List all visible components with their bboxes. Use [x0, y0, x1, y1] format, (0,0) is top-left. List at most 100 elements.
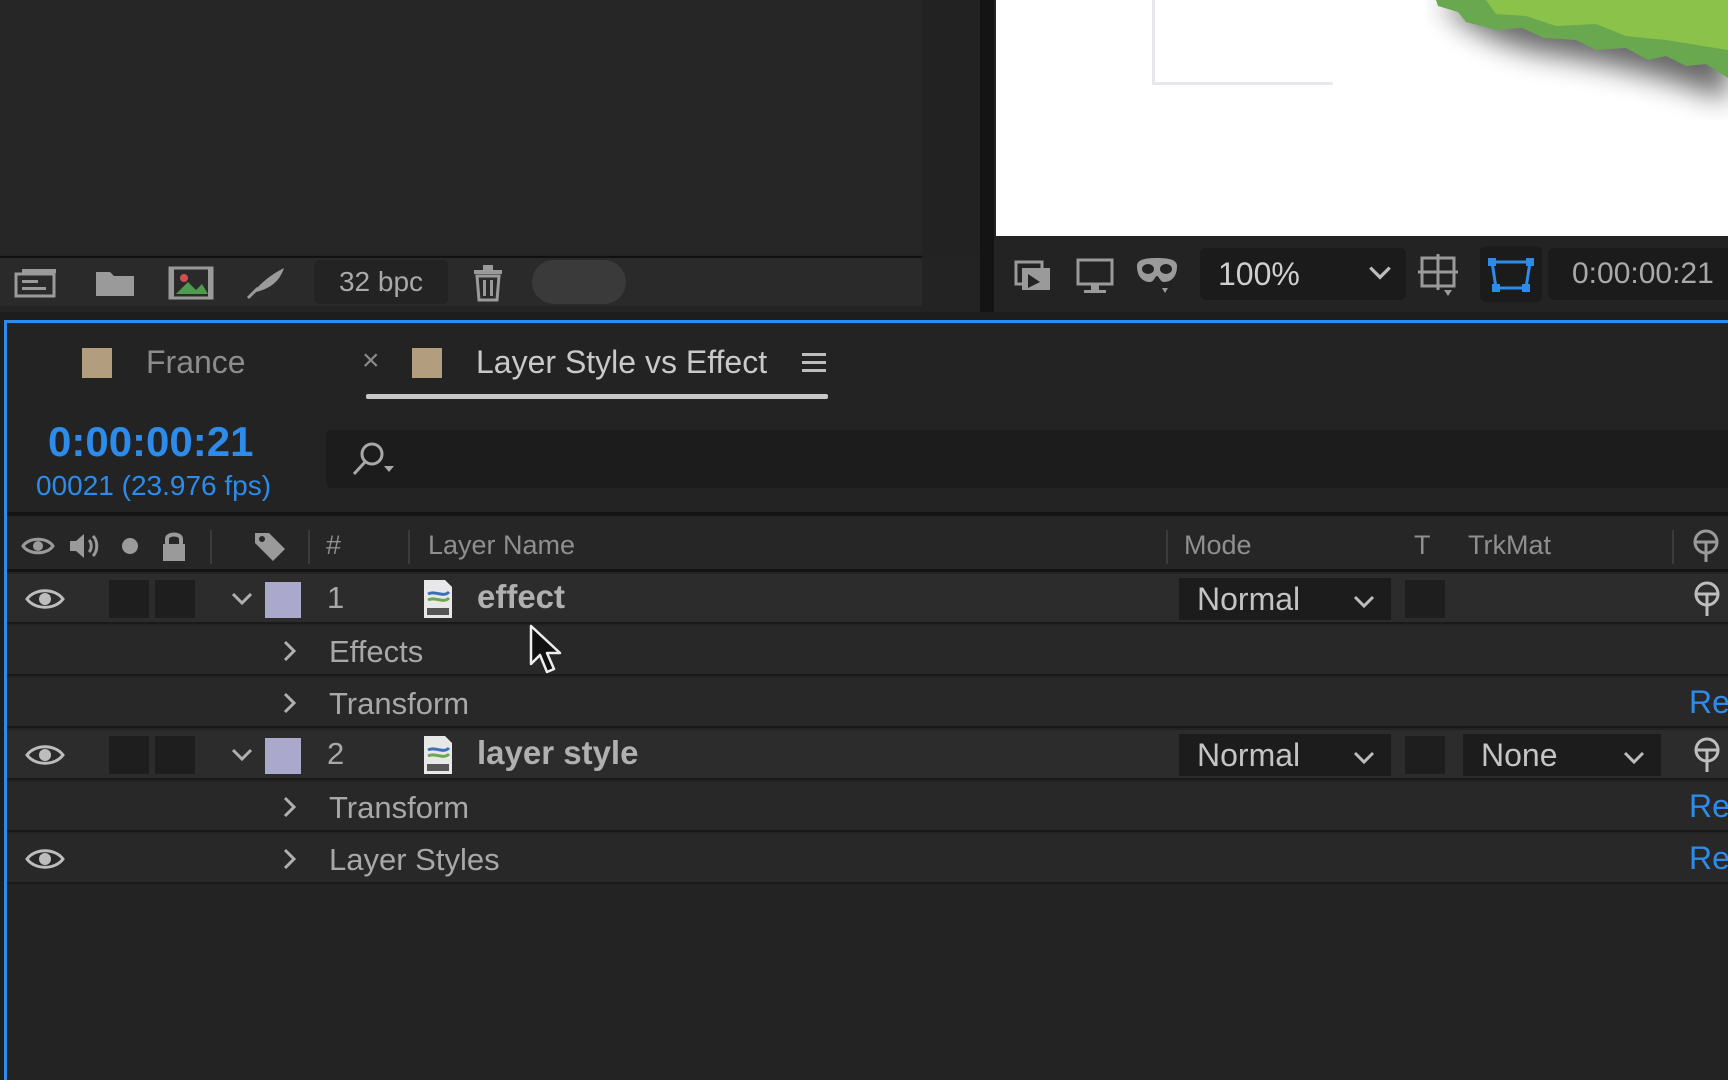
column-separator[interactable] [408, 530, 410, 564]
tab-france[interactable]: France [146, 344, 246, 381]
mouse-cursor-icon [528, 624, 566, 680]
eye-icon[interactable] [21, 584, 69, 614]
chevron-right-icon[interactable] [277, 794, 303, 820]
tab-france-color-swatch [82, 348, 112, 378]
mask-visibility-button[interactable] [1480, 246, 1542, 302]
blend-mode-value: Normal [1197, 736, 1301, 773]
eye-icon[interactable] [21, 740, 69, 770]
timeline-tab-bar [7, 323, 1728, 403]
close-icon[interactable]: × [362, 346, 386, 376]
chevron-down-icon [1351, 742, 1377, 768]
property-group-name[interactable]: Layer Styles [329, 842, 500, 878]
column-layer-name[interactable]: Layer Name [428, 530, 575, 561]
parent-pickwhip-icon[interactable] [1688, 528, 1724, 564]
blend-mode-dropdown[interactable]: Normal [1179, 578, 1391, 620]
chevron-down-icon[interactable] [229, 742, 255, 768]
composition-canvas[interactable] [996, 0, 1728, 236]
layer-number: 2 [327, 736, 345, 771]
viewer-current-time[interactable]: 0:00:00:21 [1548, 248, 1728, 300]
property-group-row[interactable]: Layer Styles Re [7, 834, 1728, 884]
eye-icon[interactable] [21, 844, 69, 874]
lock-switch[interactable] [155, 736, 195, 774]
preserve-transparency-switch[interactable] [1405, 580, 1445, 618]
column-trkmat[interactable]: TrkMat [1468, 530, 1551, 561]
magnification-value: 100% [1218, 255, 1300, 292]
column-separator[interactable] [210, 530, 212, 564]
lock-switch[interactable] [155, 580, 195, 618]
new-composition-icon[interactable] [168, 266, 214, 300]
solo-switch[interactable] [109, 736, 149, 774]
bit-depth-label: 32 bpc [338, 266, 424, 297]
track-matte-value: None [1481, 736, 1558, 773]
column-separator[interactable] [1672, 530, 1674, 564]
property-group-row[interactable]: Effects [7, 626, 1728, 676]
column-separator[interactable] [1166, 530, 1168, 564]
search-icon[interactable] [346, 438, 402, 482]
property-group-row[interactable]: Transform Re [7, 782, 1728, 832]
magnification-dropdown[interactable]: 100% [1200, 248, 1406, 300]
reset-link[interactable]: Re [1689, 684, 1728, 721]
parent-pickwhip-icon[interactable] [1687, 736, 1727, 774]
column-t[interactable]: T [1414, 530, 1431, 561]
property-group-name[interactable]: Effects [329, 634, 423, 670]
property-group-name[interactable]: Transform [329, 790, 469, 826]
canvas-frame-outline [1152, 0, 1333, 85]
layer-row[interactable]: 2 layer style Normal None [7, 730, 1728, 780]
display-icon[interactable] [1072, 252, 1118, 298]
frame-rate-info: 00021 (23.976 fps) [36, 470, 272, 501]
region-of-interest-icon[interactable] [1416, 252, 1462, 298]
preserve-transparency-switch[interactable] [1405, 736, 1445, 774]
layer-label-color[interactable] [265, 738, 301, 774]
reset-link[interactable]: Re [1689, 788, 1728, 825]
layer-label-color[interactable] [265, 582, 301, 618]
column-mode[interactable]: Mode [1184, 530, 1252, 561]
column-separator[interactable] [308, 530, 310, 564]
render-queue-icon[interactable] [244, 266, 290, 300]
project-bit-depth-button[interactable]: 32 bpc [314, 260, 448, 304]
snapshot-icon[interactable] [1010, 252, 1056, 298]
eps-file-icon [421, 734, 455, 776]
column-number[interactable]: # [326, 530, 341, 561]
project-footer-slider[interactable] [532, 260, 626, 304]
project-scrollbar[interactable] [922, 0, 978, 254]
chevron-down-icon [1621, 742, 1647, 768]
layer-search-input[interactable] [326, 430, 1728, 488]
audio-icon[interactable] [66, 528, 102, 564]
reset-link[interactable]: Re [1689, 840, 1728, 877]
panel-divider[interactable] [980, 0, 994, 312]
eps-file-icon [421, 578, 455, 620]
layer-name[interactable]: effect [477, 578, 565, 616]
3d-glasses-icon[interactable] [1134, 252, 1180, 298]
parent-pickwhip-icon[interactable] [1687, 580, 1727, 618]
delete-icon[interactable] [466, 262, 510, 302]
property-group-row[interactable]: Transform Re [7, 678, 1728, 728]
viewer-timecode: 0:00:00:21 [1572, 257, 1714, 290]
canvas-artwork [1436, 0, 1728, 100]
blend-mode-dropdown[interactable]: Normal [1179, 734, 1391, 776]
tab-active-color-swatch [412, 348, 442, 378]
active-tab-indicator [366, 394, 828, 399]
layer-number: 1 [327, 580, 345, 615]
solo-icon[interactable] [112, 528, 148, 564]
layer-row[interactable]: 1 effect Normal [7, 574, 1728, 624]
tab-layer-style-vs-effect[interactable]: Layer Style vs Effect [476, 344, 767, 381]
layer-name[interactable]: layer style [477, 734, 638, 772]
chevron-right-icon[interactable] [277, 638, 303, 664]
project-item-list[interactable] [0, 0, 922, 254]
panel-menu-icon[interactable] [800, 350, 828, 376]
project-footer-toolbar [0, 256, 922, 306]
current-time-display[interactable]: 0:00:00:21 [48, 418, 253, 466]
track-matte-dropdown[interactable]: None [1463, 734, 1661, 776]
chevron-down-icon[interactable] [229, 586, 255, 612]
chevron-right-icon[interactable] [277, 690, 303, 716]
chevron-right-icon[interactable] [277, 846, 303, 872]
property-group-name[interactable]: Transform [329, 686, 469, 722]
label-tag-icon[interactable] [252, 528, 288, 564]
chevron-down-icon [1351, 586, 1377, 612]
interpret-footage-icon[interactable] [14, 266, 60, 300]
new-folder-icon[interactable] [92, 266, 138, 300]
lock-icon[interactable] [156, 528, 192, 564]
blend-mode-value: Normal [1197, 580, 1301, 617]
solo-switch[interactable] [109, 580, 149, 618]
video-visibility-icon[interactable] [20, 528, 56, 564]
